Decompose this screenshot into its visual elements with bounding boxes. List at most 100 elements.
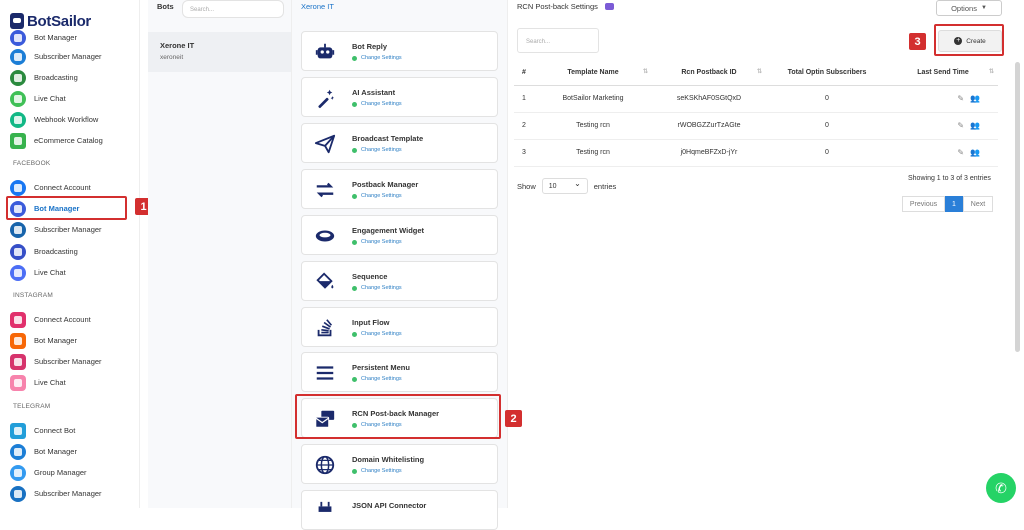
change-settings-link[interactable]: Change Settings: [352, 331, 402, 337]
settings-card-ai-assistant[interactable]: AI Assistant Change Settings: [301, 77, 498, 117]
cell-index: 2: [514, 112, 534, 140]
sidebar-item-fb-subscriber-manager[interactable]: Subscriber Manager: [10, 219, 135, 240]
settings-card-broadcast-template[interactable]: Broadcast Template Change Settings: [301, 123, 498, 163]
robot-icon: [313, 40, 337, 64]
bots-search-input[interactable]: Search...: [182, 0, 284, 18]
settings-card-domain-whitelisting[interactable]: Domain Whitelisting Change Settings: [301, 444, 498, 484]
sort-icon: ⇅: [756, 69, 762, 75]
sidebar-item-label: Subscriber Manager: [34, 357, 102, 366]
sidebar-item-webhook-workflow[interactable]: Webhook Workflow: [10, 109, 135, 130]
sidebar-item-ig-bot-manager[interactable]: Bot Manager: [10, 330, 135, 351]
sidebar-item-broadcasting[interactable]: Broadcasting: [10, 67, 135, 88]
change-settings-link[interactable]: Change Settings: [352, 376, 402, 382]
change-settings-link[interactable]: Change Settings: [352, 147, 402, 153]
users-icon: [10, 353, 26, 370]
pagination-previous[interactable]: Previous: [902, 196, 945, 212]
column-header-template-name[interactable]: Template Name ⇅: [534, 60, 652, 86]
sidebar-item-subscriber-manager[interactable]: Subscriber Manager: [10, 46, 135, 67]
sidebar-item-ig-connect-account[interactable]: Connect Account: [10, 309, 135, 330]
settings-card-json-api-connector[interactable]: JSON API Connector: [301, 490, 498, 530]
column-header-index[interactable]: #: [514, 60, 534, 86]
card-title: AI Assistant: [352, 88, 396, 97]
robot-icon: [10, 29, 26, 46]
table-row: 2 Testing rcn rWOBGZZurTzAGte 0 ✎ 👥: [514, 112, 998, 140]
sidebar-item-tg-bot-manager[interactable]: Bot Manager: [10, 441, 135, 462]
sidebar-item-tg-connect-bot[interactable]: Connect Bot: [10, 420, 135, 441]
settings-card-engagement-widget[interactable]: Engagement Widget Change Settings: [301, 215, 498, 255]
table-row: 1 BotSailor Marketing seKSKhAF0SGtQxD 0 …: [514, 85, 998, 113]
cell-actions: ✎ 👥: [888, 112, 998, 140]
pagination-next[interactable]: Next: [963, 196, 993, 212]
entries-select[interactable]: 10: [541, 178, 588, 194]
whatsapp-chat-icon[interactable]: ✆: [986, 473, 1016, 503]
bots-panel: [148, 0, 292, 508]
sidebar-item-ecommerce-catalog[interactable]: eCommerce Catalog: [10, 130, 135, 151]
users-icon[interactable]: 👥: [970, 148, 980, 157]
pagination-page-1[interactable]: 1: [945, 196, 963, 212]
card-title: Persistent Menu: [352, 363, 410, 372]
sidebar-item-label: Live Chat: [34, 268, 66, 277]
section-heading-telegram: TELEGRAM: [13, 403, 51, 410]
edit-icon[interactable]: ✎: [957, 121, 964, 130]
sidebar-item-bot-manager[interactable]: Bot Manager: [10, 27, 135, 48]
sidebar-item-live-chat[interactable]: Live Chat: [10, 88, 135, 109]
settings-card-persistent-menu[interactable]: Persistent Menu Change Settings: [301, 352, 498, 392]
cell-postback-id: seKSKhAF0SGtQxD: [652, 85, 766, 113]
megaphone-icon: [10, 243, 26, 260]
scrollbar[interactable]: [1015, 62, 1020, 352]
column-header-last-send-time[interactable]: Last Send Time ⇅: [888, 60, 998, 86]
sidebar-item-label: eCommerce Catalog: [34, 136, 103, 145]
sidebar-item-label: Live Chat: [34, 378, 66, 387]
change-settings-link[interactable]: Change Settings: [352, 55, 402, 61]
cell-postback-id: j0HqmeBFZxD-jYr: [652, 139, 766, 167]
annotation-badge-3: 3: [909, 33, 926, 50]
sidebar-item-fb-live-chat[interactable]: Live Chat: [10, 262, 135, 283]
options-dropdown[interactable]: Options ▼: [936, 0, 1002, 16]
column-header-total-optin-subscribers[interactable]: Total Optin Subscribers: [766, 60, 888, 86]
cell-actions: ✎ 👥: [888, 85, 998, 113]
sidebar-item-tg-group-manager[interactable]: Group Manager: [10, 462, 135, 483]
change-settings-link[interactable]: Change Settings: [352, 101, 402, 107]
video-icon[interactable]: [604, 3, 614, 10]
settings-card-sequence[interactable]: Sequence Change Settings: [301, 261, 498, 301]
sidebar-item-label: Broadcasting: [34, 247, 78, 256]
card-title: JSON API Connector: [352, 501, 427, 510]
edit-icon[interactable]: ✎: [957, 94, 964, 103]
sidebar-item-label: Subscriber Manager: [34, 52, 102, 61]
sidebar-item-label: Subscriber Manager: [34, 225, 102, 234]
cell-subscribers: 0: [766, 139, 888, 167]
sidebar-item-label: Group Manager: [34, 468, 87, 477]
webhook-icon: [10, 111, 26, 128]
change-settings-link[interactable]: Change Settings: [352, 285, 402, 291]
change-settings-link[interactable]: Change Settings: [352, 239, 402, 245]
settings-card-postback-manager[interactable]: Postback Manager Change Settings: [301, 169, 498, 209]
users-icon[interactable]: 👥: [970, 94, 980, 103]
cell-template-name: BotSailor Marketing: [534, 85, 652, 113]
bot-list-item[interactable]: [148, 32, 291, 72]
column-header-rcn-postback-id[interactable]: Rcn Postback ID ⇅: [652, 60, 766, 86]
sidebar-item-tg-subscriber-manager[interactable]: Subscriber Manager: [10, 483, 135, 504]
globe-icon: [313, 453, 337, 477]
sidebar-item-fb-broadcasting[interactable]: Broadcasting: [10, 241, 135, 262]
edit-icon[interactable]: ✎: [957, 148, 964, 157]
table-search-input[interactable]: Search...: [517, 28, 599, 53]
sidebar-item-label: Bot Manager: [34, 33, 77, 42]
column-header-label: Template Name: [567, 68, 619, 76]
card-title: Postback Manager: [352, 180, 419, 189]
ring-icon: [313, 224, 337, 248]
users-icon[interactable]: 👥: [970, 121, 980, 130]
sidebar-item-fb-connect-account[interactable]: Connect Account: [10, 177, 135, 198]
settings-card-bot-reply[interactable]: Bot Reply Change Settings: [301, 31, 498, 71]
change-settings-link[interactable]: Change Settings: [352, 468, 402, 474]
rcn-postback-table: # Template Name ⇅ Rcn Postback ID ⇅ Total …: [514, 60, 998, 167]
menu-bars-icon: [313, 361, 337, 385]
plug-icon: [313, 499, 337, 523]
sidebar-item-ig-live-chat[interactable]: Live Chat: [10, 372, 135, 393]
highlight-box-2: [295, 394, 501, 439]
sidebar-item-ig-subscriber-manager[interactable]: Subscriber Manager: [10, 351, 135, 372]
change-settings-link[interactable]: Change Settings: [352, 193, 402, 199]
table-row: 3 Testing rcn j0HqmeBFZxD-jYr 0 ✎ 👥: [514, 139, 998, 167]
group-icon: [10, 464, 26, 481]
settings-card-input-flow[interactable]: Input Flow Change Settings: [301, 307, 498, 347]
sidebar-item-label: Connect Account: [34, 315, 91, 324]
